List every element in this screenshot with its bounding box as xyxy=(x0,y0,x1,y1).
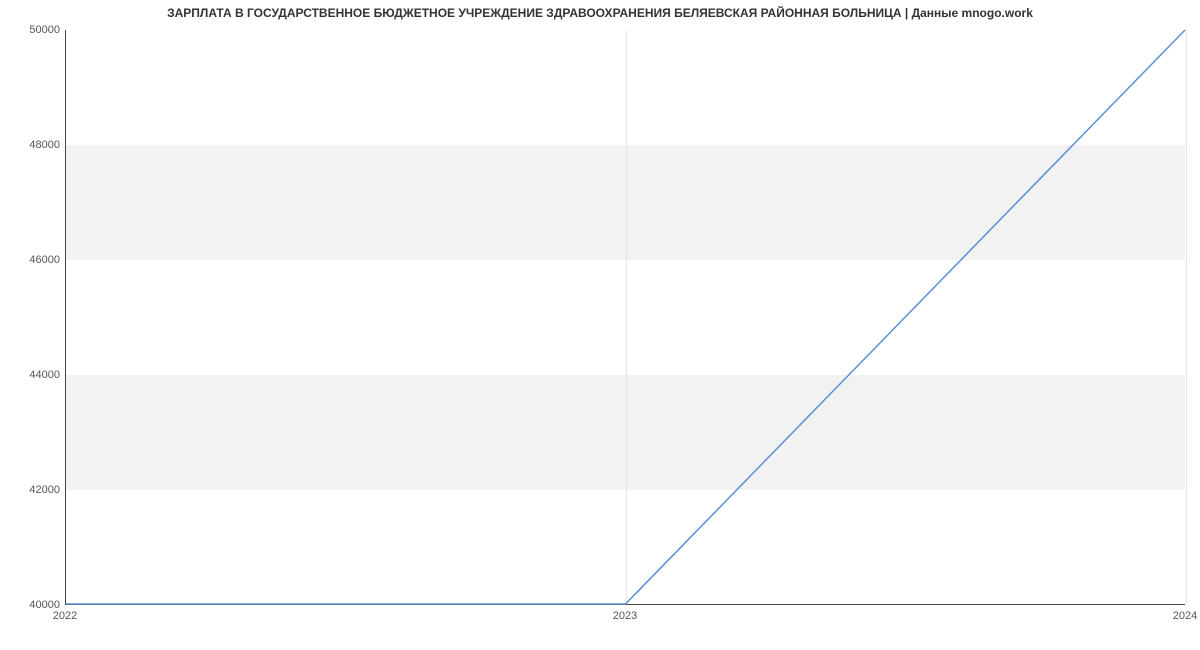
plot-area xyxy=(65,30,1185,605)
y-tick-label: 44000 xyxy=(5,369,60,381)
line-series xyxy=(66,30,1185,604)
series-line xyxy=(66,30,1185,604)
x-tick-label: 2023 xyxy=(613,610,637,622)
chart-container: ЗАРПЛАТА В ГОСУДАРСТВЕННОЕ БЮДЖЕТНОЕ УЧР… xyxy=(0,0,1200,650)
gridline-vertical xyxy=(1186,30,1187,604)
x-tick-label: 2022 xyxy=(53,610,77,622)
y-tick-label: 48000 xyxy=(5,139,60,151)
y-tick-label: 46000 xyxy=(5,254,60,266)
chart-title: ЗАРПЛАТА В ГОСУДАРСТВЕННОЕ БЮДЖЕТНОЕ УЧР… xyxy=(0,6,1200,20)
y-tick-label: 40000 xyxy=(5,599,60,611)
y-tick-label: 42000 xyxy=(5,484,60,496)
x-tick-label: 2024 xyxy=(1173,610,1197,622)
y-tick-label: 50000 xyxy=(5,24,60,36)
